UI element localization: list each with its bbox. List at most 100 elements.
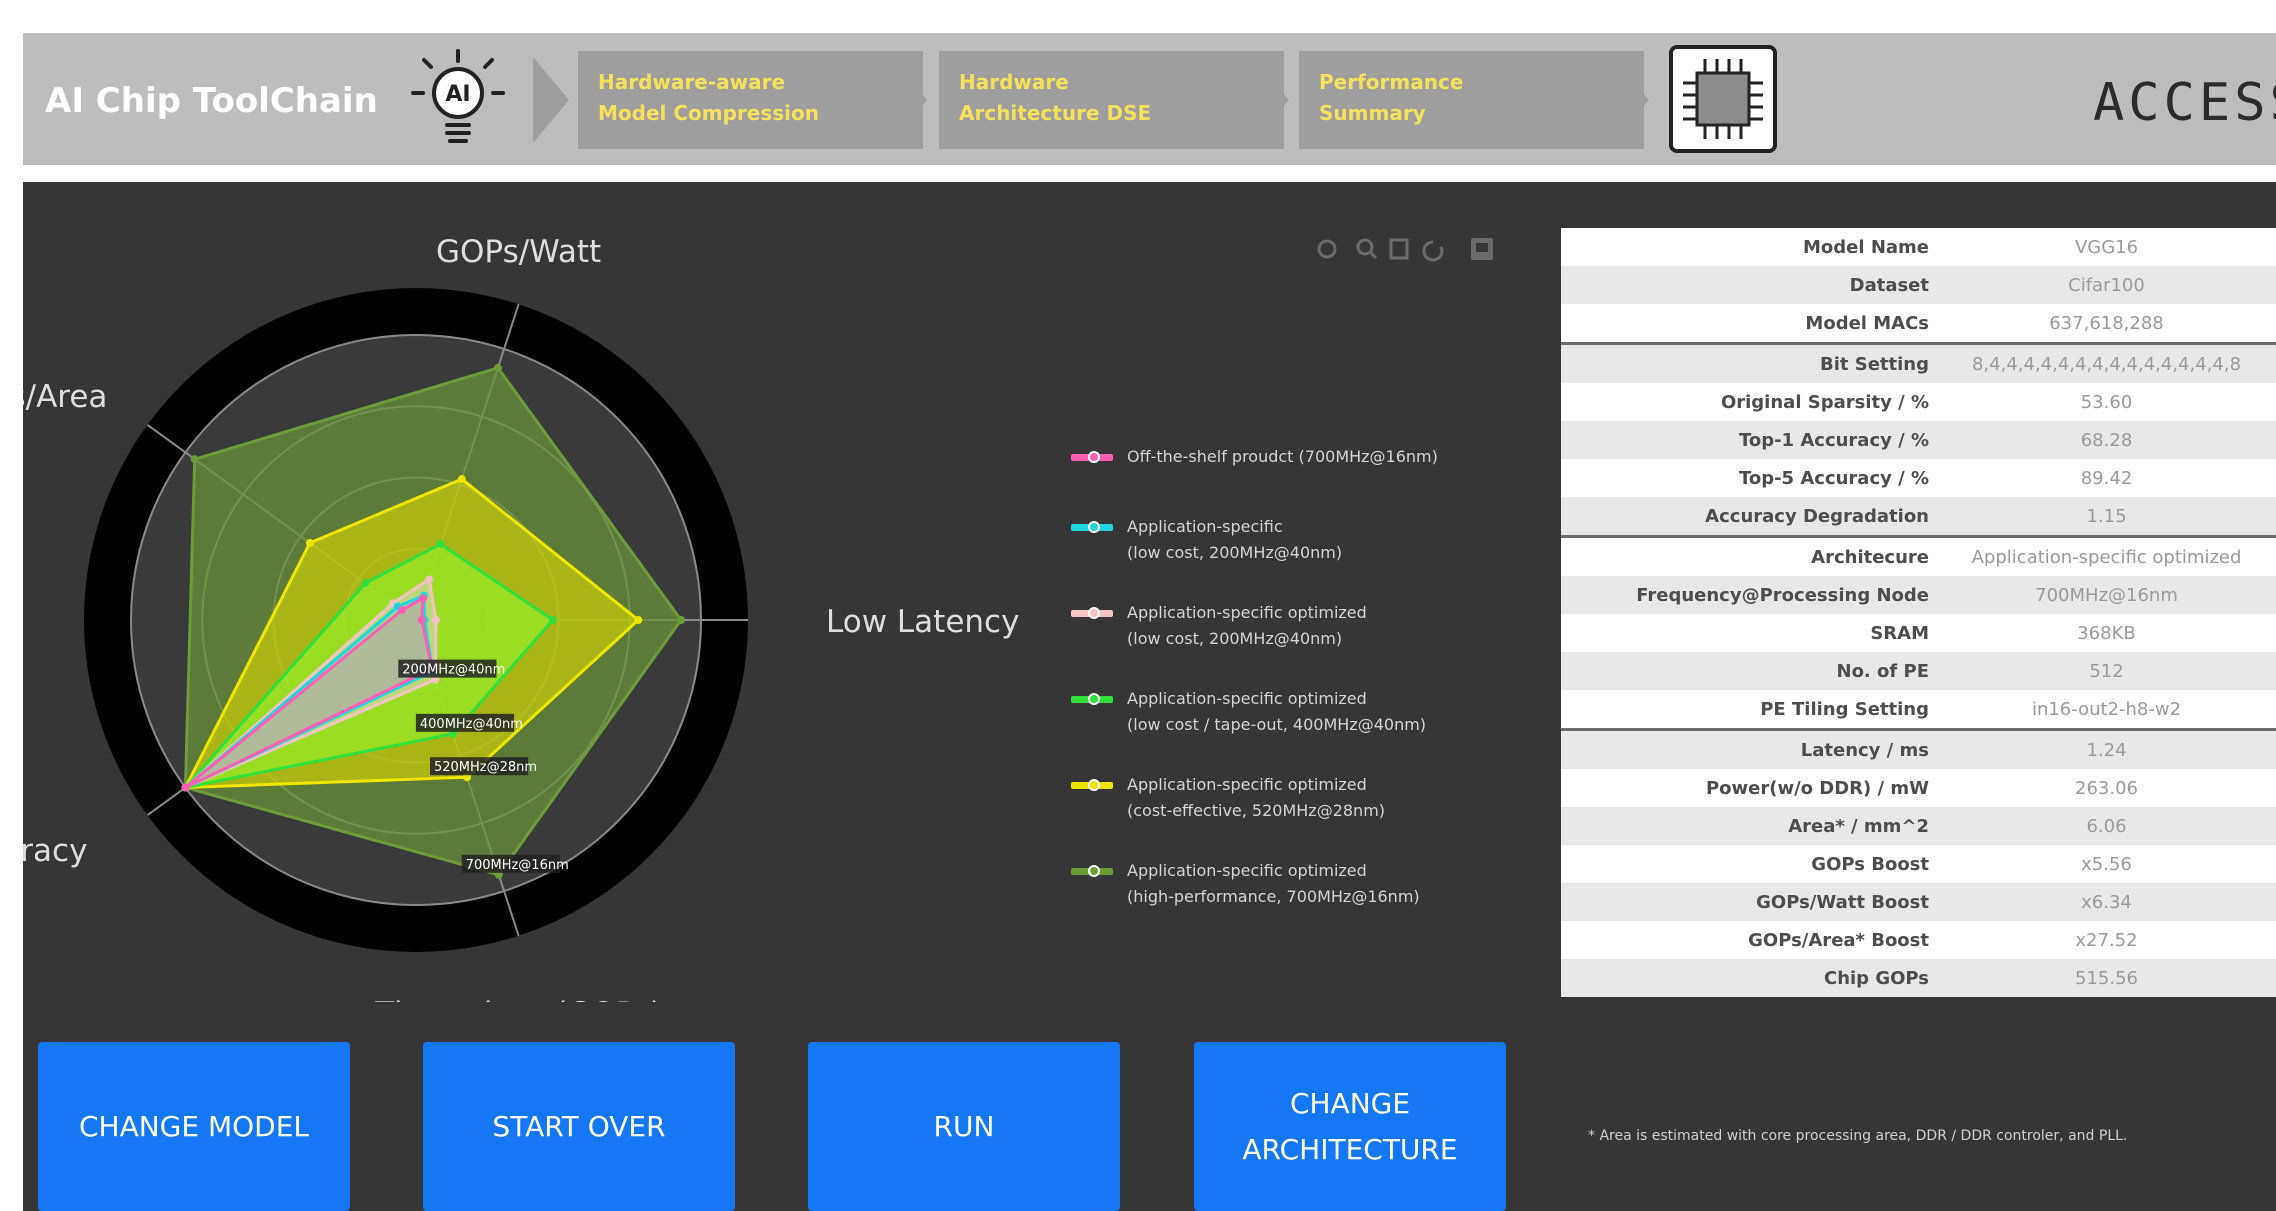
table-key: No. of PE: [1561, 652, 1937, 690]
table-row: Bit Setting 8,4,4,4,4,4,4,4,4,4,4,4,4,4,4…: [1561, 342, 2276, 383]
table-row: Top-5 Accuracy / % 89.42: [1561, 459, 2276, 497]
table-key: Area* / mm^2: [1561, 807, 1937, 845]
radar-data-point: [398, 605, 407, 614]
radar-indicator-label: Accuracy: [23, 833, 87, 869]
table-row: Model Name VGG16: [1561, 228, 2276, 266]
legend-swatch: [1071, 865, 1113, 877]
table-key: PE Tiling Setting: [1760, 698, 1929, 720]
table-row: PE Tiling Setting in16-out2-h8-w2: [1561, 690, 2276, 730]
radar-data-point: [457, 475, 466, 484]
table-key: GOPs/Watt Boost: [1561, 883, 1937, 921]
radar-value-label: 200MHz@40nm: [402, 663, 505, 678]
legend-swatch: [1071, 451, 1113, 463]
table-row: Dataset Cifar100: [1561, 266, 2276, 304]
change-model-button[interactable]: CHANGE MODEL: [38, 1042, 350, 1211]
step-arrow-icon: [1253, 57, 1289, 143]
start-over-button[interactable]: START OVER: [423, 1042, 735, 1211]
table-key: Architecure: [1561, 535, 1937, 576]
table-value: 263.06: [2075, 777, 2138, 799]
step-arrow-icon: [1613, 57, 1649, 143]
table-value: 368KB: [2077, 622, 2136, 644]
radar-indicator-label: Throughput(GOPs): [374, 996, 662, 1002]
radar-indicator-label: GOPs/Area: [23, 379, 107, 415]
table-row: SRAM 368KB: [1561, 614, 2276, 652]
step-label-line2: Summary: [1319, 101, 1426, 125]
restore-icon[interactable]: [1317, 239, 1337, 259]
table-value: 89.42: [2080, 467, 2133, 489]
table-key: Chip GOPs: [1561, 959, 1937, 997]
table-value: 68.28: [1937, 421, 2276, 459]
table-value: 700MHz@16nm: [1937, 576, 2276, 614]
table-row: Chip GOPs 515.56: [1561, 959, 2276, 997]
table-value: 53.60: [2080, 391, 2133, 413]
table-value: Cifar100: [1937, 266, 2276, 304]
table-row: No. of PE 512: [1561, 652, 2276, 690]
radar-data-point: [417, 616, 426, 624]
table-value: Application-specific optimized: [1937, 535, 2276, 576]
table-value: 8,4,4,4,4,4,4,4,4,4,4,4,4,4,4,8: [1937, 342, 2276, 383]
step-label-line2: Model Compression: [598, 101, 819, 125]
table-key: Model Name: [1803, 236, 1929, 258]
step-architecture-dse[interactable]: Hardware Architecture DSE: [939, 51, 1284, 149]
step-performance-summary[interactable]: Performance Summary: [1299, 51, 1644, 149]
table-key: GOPs/Area* Boost: [1748, 929, 1929, 951]
table-value: 512: [1937, 652, 2276, 690]
table-value: 515.56: [1937, 959, 2276, 997]
table-value: VGG16: [2074, 236, 2139, 258]
table-value: x5.56: [2081, 853, 2132, 875]
ai-bulb-icon: AI: [411, 49, 505, 143]
app-title: AI Chip ToolChain: [45, 81, 378, 121]
table-row: Power(w/o DDR) / mW 263.06: [1561, 769, 2276, 807]
table-row: Area* / mm^2 6.06: [1561, 807, 2276, 845]
table-key: Power(w/o DDR) / mW: [1705, 777, 1929, 799]
zoom-icon[interactable]: [1356, 238, 1378, 260]
step-label-line1: Hardware-aware: [598, 70, 786, 94]
radar-data-point: [361, 579, 370, 588]
table-row: GOPs/Watt Boost x6.34: [1561, 883, 2276, 921]
radar-data-point: [425, 575, 434, 584]
header-divider: [23, 172, 2276, 182]
change-architecture-button[interactable]: CHANGE ARCHITECTURE: [1194, 1042, 1506, 1211]
main-panel: GOPs/Watt Low Latency Throughput(GOPs) Accu…: [23, 182, 2276, 1211]
svg-text:AI: AI: [445, 82, 470, 107]
radar-data-point: [634, 616, 643, 624]
summary-table: Model Name VGG16 Dataset Cifar100 Model MACs…: [1561, 228, 2276, 997]
legend-label: Application-specific (low cost, 200MHz@4…: [1127, 517, 1343, 562]
radar-indicator-label: GOPs/Watt: [436, 234, 601, 270]
legend-label: Application-specific optimized (high-per…: [1127, 861, 1420, 906]
table-key: Dataset: [1561, 266, 1937, 304]
radar-chart: GOPs/Watt Low Latency Throughput(GOPs) Accu…: [23, 234, 1019, 1002]
table-value: in16-out2-h8-w2: [2031, 698, 2182, 720]
radar-data-point: [548, 616, 557, 624]
table-footnote: * Area is estimated with core processing…: [1588, 1128, 2128, 1144]
table-key: Top-5 Accuracy / %: [1738, 467, 1929, 489]
table-value: x27.52: [2075, 929, 2138, 951]
radar-data-point: [436, 540, 445, 549]
table-row: Original Sparsity / % 53.60: [1561, 383, 2276, 421]
table-key: Bit Setting: [1561, 342, 1937, 383]
table-row: Model MACs 637,618,288: [1561, 304, 2276, 344]
radar-data-point: [419, 594, 428, 603]
brand-logo: ACCESS: [2093, 73, 2276, 133]
table-value: 1.15: [1937, 497, 2276, 537]
legend-swatch: [1071, 693, 1113, 705]
table-key: SRAM: [1870, 622, 1929, 644]
radar-data-point: [305, 538, 314, 547]
header-bar: AI Chip ToolChain AI Hardware-aware Mode…: [23, 33, 2276, 165]
table-key: GOPs Boost: [1811, 853, 1929, 875]
table-value: 6.06: [1937, 807, 2276, 845]
table-row: Top-1 Accuracy / % 68.28: [1561, 421, 2276, 459]
legend-label: Application-specific optimized (cost-eff…: [1127, 775, 1386, 820]
table-row: Architecure Application-specific optimize…: [1561, 535, 2276, 576]
table-row: GOPs/Area* Boost x27.52: [1561, 921, 2276, 959]
data-view-icon[interactable]: [1389, 238, 1409, 260]
table-key: Accuracy Degradation: [1561, 497, 1937, 537]
step-label-line1: Hardware: [959, 70, 1069, 94]
legend-label: Application-specific optimized (low cost…: [1127, 689, 1427, 734]
table-key: Top-1 Accuracy / %: [1561, 421, 1937, 459]
legend-label: Application-specific optimized (low cost…: [1127, 603, 1367, 648]
step-model-compression[interactable]: Hardware-aware Model Compression: [578, 51, 923, 149]
refresh-icon[interactable]: [1422, 240, 1444, 262]
save-image-icon[interactable]: [1471, 238, 1493, 260]
run-button[interactable]: RUN: [808, 1042, 1120, 1211]
